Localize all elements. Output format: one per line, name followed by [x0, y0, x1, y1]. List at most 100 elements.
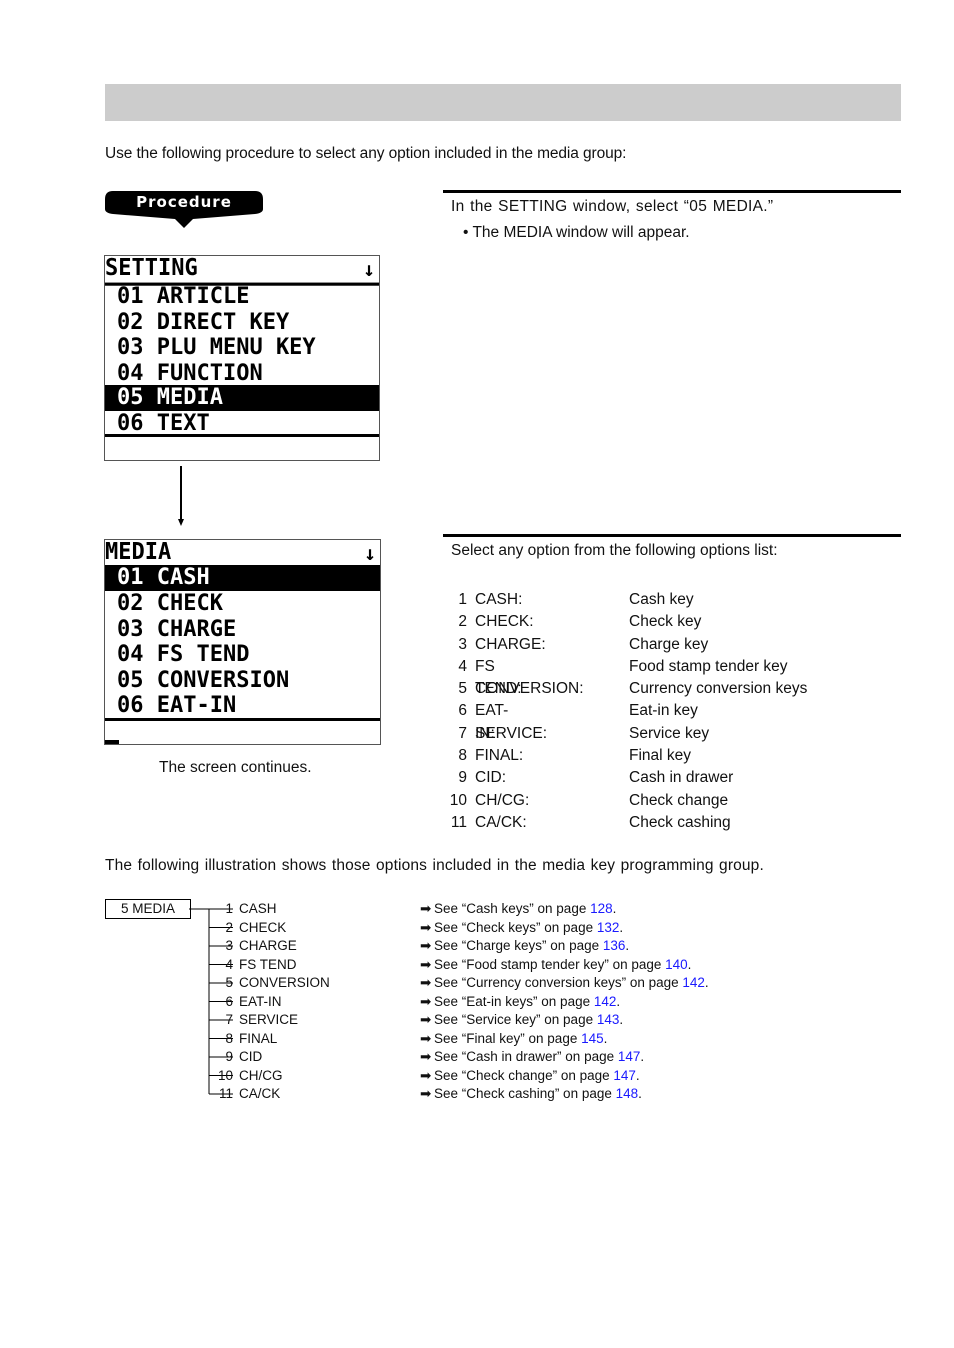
option-number: 2	[458, 613, 467, 631]
procedure-badge: Procedure	[105, 191, 263, 229]
option-key: CID:	[475, 769, 506, 787]
right-arrow-icon: ➡	[420, 956, 432, 972]
right-arrow-icon: ➡	[420, 1086, 432, 1101]
media-item-eat-in[interactable]: 06 EAT-IN	[105, 693, 380, 719]
option-key: SERVICE:	[475, 724, 548, 742]
setting-item-text[interactable]: 06 TEXT	[105, 411, 379, 437]
media-item-check[interactable]: 02 CHECK	[105, 591, 380, 617]
tree-item-number: 7	[225, 1012, 233, 1027]
tree-item-label: CHARGE	[239, 938, 297, 953]
option-description: Currency conversion keys	[629, 680, 808, 698]
tree-item-number: 11	[218, 1086, 233, 1101]
step-1-text: In the SETTING window, select “05 MEDIA.…	[451, 198, 774, 215]
reference-text: See “Check keys” on page	[434, 919, 597, 935]
tree-item-label: FS TEND	[239, 956, 297, 972]
setting-item-plu-menu-key[interactable]: 03 PLU MENU KEY	[105, 335, 379, 361]
reference-text: See “Food stamp tender key” on page	[434, 956, 666, 972]
tree-item-number: 5	[225, 975, 233, 990]
reference-item: ➡ See “Check change” on page 147.	[420, 1067, 640, 1085]
page-link[interactable]: 148	[616, 1086, 639, 1101]
page-link[interactable]: 128	[590, 901, 613, 916]
option-key: CONVERSION:	[475, 680, 584, 698]
right-arrow-icon: ➡	[420, 1012, 432, 1027]
reference-text: See “Cash in drawer” on page	[434, 1049, 618, 1064]
flow-down-arrow-icon	[178, 466, 184, 533]
reference-text: See “Check cashing” on page	[434, 1086, 616, 1101]
reference-suffix: .	[687, 956, 692, 972]
reference-item: ➡ See “Food stamp tender key” on page 140…	[420, 956, 691, 974]
option-number: 4	[458, 657, 467, 675]
page-link[interactable]: 147	[613, 1068, 636, 1083]
option-number: 7	[458, 724, 467, 742]
option-number: 8	[458, 747, 467, 765]
option-description: Final key	[629, 747, 692, 765]
page-link[interactable]: 145	[581, 1031, 604, 1046]
setting-screen: SETTING ↓ 01 ARTICLE 02 DIRECT KEY 03 PL…	[104, 255, 380, 461]
option-key: FINAL:	[475, 747, 524, 765]
setting-screen-bottom-rule	[105, 434, 379, 437]
tree-item-number: 3	[225, 938, 233, 953]
option-description: Cash in drawer	[629, 769, 734, 787]
right-arrow-icon: ➡	[420, 993, 432, 1009]
right-arrow-icon: ➡	[420, 938, 432, 953]
page-link[interactable]: 147	[618, 1049, 641, 1064]
setting-item-direct-key[interactable]: 02 DIRECT KEY	[105, 310, 379, 336]
tree-item-label: CASH	[239, 901, 277, 916]
page-link[interactable]: 140	[665, 957, 688, 972]
reference-item: ➡ See “Final key” on page 145.	[420, 1030, 607, 1048]
page-link[interactable]: 142	[682, 975, 705, 990]
procedure-label: Procedure	[136, 193, 232, 211]
media-item-fs-tend[interactable]: 04 FS TEND	[105, 642, 380, 668]
option-key: CASH:	[475, 591, 523, 608]
step-1-rule	[443, 190, 901, 193]
illustration-intro-text: The following illustration shows those o…	[105, 857, 764, 874]
tree-item-label: EAT-IN	[239, 993, 282, 1009]
tree-item-number: 8	[225, 1030, 233, 1046]
media-screen-bottom-rule	[105, 718, 380, 721]
step-2-text: Select any option from the following opt…	[451, 542, 778, 559]
reference-item: ➡ See “Cash in drawer” on page 147.	[420, 1048, 644, 1066]
option-key: CA/CK:	[475, 813, 527, 831]
step-2-rule	[443, 534, 901, 537]
right-arrow-icon: ➡	[420, 1030, 432, 1046]
tree-item-number: 9	[225, 1049, 233, 1064]
reference-item: ➡ See “Charge keys” on page 136.	[420, 937, 629, 955]
option-number: 6	[458, 702, 467, 720]
option-number: 11	[450, 813, 467, 831]
page-link[interactable]: 143	[597, 1012, 620, 1027]
option-number: 1	[458, 591, 467, 608]
reference-text: See “Service key” on page	[434, 1012, 597, 1027]
reference-suffix: .	[619, 1012, 624, 1027]
option-description: Food stamp tender key	[629, 657, 788, 675]
reference-text: See “Charge keys” on page	[434, 938, 603, 953]
page-link[interactable]: 136	[603, 938, 626, 953]
option-description: Check key	[629, 613, 702, 631]
right-arrow-icon: ➡	[420, 901, 432, 916]
reference-text: See “Eat-in keys” on page	[434, 993, 594, 1009]
right-arrow-icon: ➡	[420, 1067, 432, 1083]
step-1-bullet: • The MEDIA window will appear.	[463, 224, 690, 241]
tree-item-number: 10	[217, 1067, 233, 1083]
reference-item: ➡ See “Service key” on page 143.	[420, 1011, 623, 1029]
page-link[interactable]: 142	[594, 994, 617, 1009]
tree-item-number: 6	[225, 993, 233, 1009]
option-number: 9	[458, 769, 467, 787]
reference-suffix: .	[619, 919, 624, 935]
setting-item-article[interactable]: 01 ARTICLE	[105, 284, 379, 310]
setting-item-media-selected[interactable]: 05 MEDIA	[105, 385, 379, 411]
screen-continues-caption: The screen continues.	[159, 759, 312, 776]
media-item-conversion[interactable]: 05 CONVERSION	[105, 668, 380, 694]
option-number: 5	[458, 680, 467, 698]
scroll-down-arrow-icon: ↓	[362, 257, 375, 281]
tree-root-media: 5 MEDIA	[105, 899, 191, 919]
setting-item-function[interactable]: 04 FUNCTION	[105, 361, 379, 387]
media-item-cash-selected[interactable]: 01 CASH	[105, 565, 380, 591]
tree-item-label: CA/CK	[239, 1086, 281, 1101]
option-description: Service key	[629, 724, 710, 742]
reference-suffix: .	[616, 993, 621, 1009]
section-header-bar	[105, 84, 901, 121]
media-item-charge[interactable]: 03 CHARGE	[105, 617, 380, 643]
reference-suffix: .	[635, 1067, 640, 1083]
page-link[interactable]: 132	[597, 920, 620, 935]
tree-item-number: 2	[225, 919, 233, 935]
